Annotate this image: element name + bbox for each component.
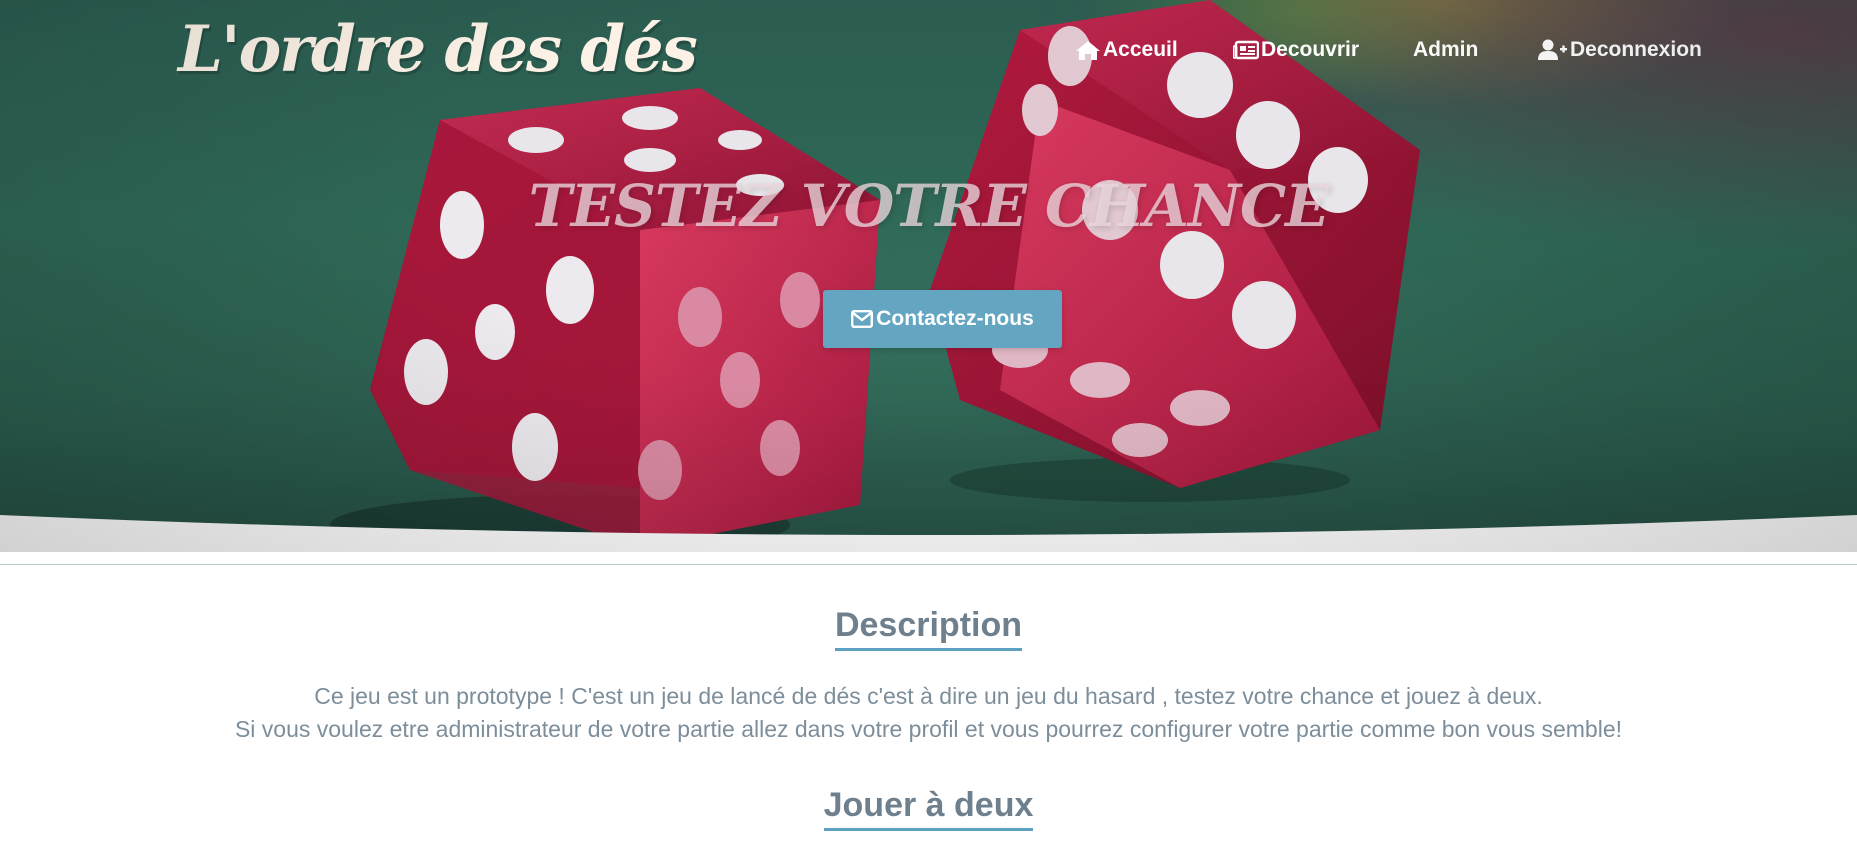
description-heading: Description [0, 606, 1857, 651]
nav-item-acceuil[interactable]: Acceuil [1075, 38, 1178, 62]
newspaper-icon [1233, 40, 1259, 60]
home-icon [1076, 41, 1100, 60]
play-heading: Jouer à deux [0, 786, 1857, 831]
hero-bottom-curve [0, 515, 1857, 552]
main-nav: Acceuil Decouvrir Admin Deconnexion [0, 38, 1857, 68]
description-line-1: Ce jeu est un prototype ! C'est un jeu d… [314, 683, 1543, 709]
contact-button[interactable]: Contactez-nous [823, 290, 1062, 348]
description-line-2: Si vous voulez etre administrateur de vo… [234, 716, 1623, 742]
envelope-icon [851, 310, 874, 328]
play-heading-text: Jouer à deux [823, 786, 1034, 831]
description-text: Ce jeu est un prototype ! C'est un jeu d… [0, 680, 1857, 746]
nav-item-admin[interactable]: Admin [1413, 38, 1478, 62]
nav-item-decouvrir[interactable]: Decouvrir [1233, 38, 1359, 62]
left-die [370, 88, 880, 548]
nav-label: Admin [1413, 38, 1479, 61]
section-divider [0, 564, 1857, 565]
hero-title: TESTEZ VOTRE CHANCE [528, 172, 1330, 240]
nav-label: Deconnexion [1570, 38, 1702, 61]
nav-label: Acceuil [1103, 38, 1178, 61]
page: L'ordre des dés Acceuil Decouvrir Admin … [0, 0, 1857, 852]
contact-button-label: Contactez-nous [876, 307, 1034, 330]
hero-banner: L'ordre des dés Acceuil Decouvrir Admin … [0, 0, 1857, 552]
description-heading-text: Description [834, 606, 1023, 651]
nav-label: Decouvrir [1261, 38, 1360, 61]
nav-item-deconnexion[interactable]: Deconnexion [1538, 38, 1702, 62]
user-plus-icon [1538, 39, 1567, 60]
